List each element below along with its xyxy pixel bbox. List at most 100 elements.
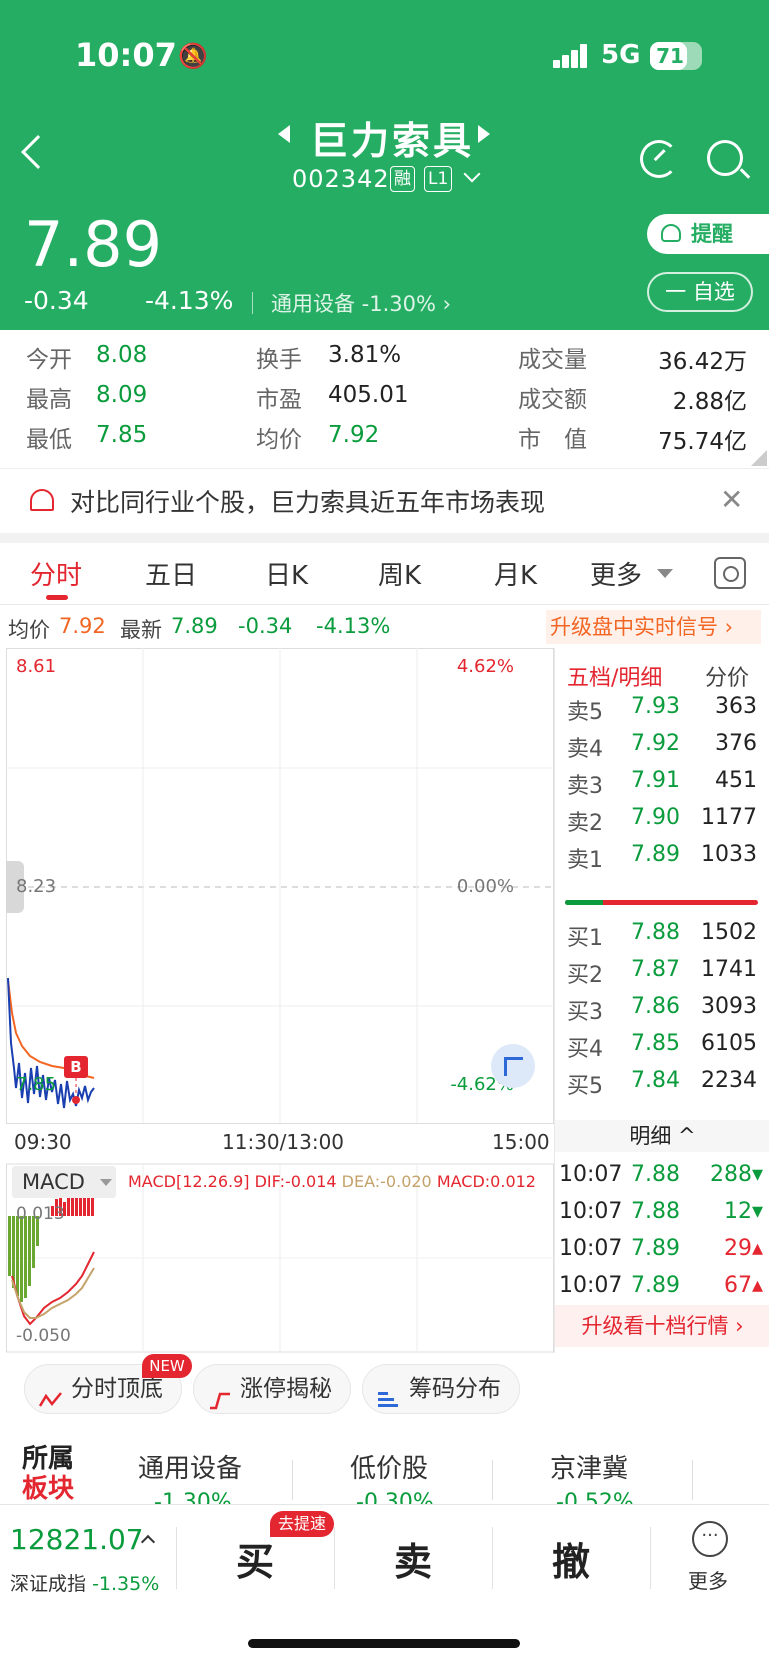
buy-signal-marker[interactable]: B — [64, 1056, 88, 1078]
stat-pe: 市盈 — [256, 387, 302, 413]
limit-up-icon — [208, 1379, 230, 1410]
ask-volume: 451 — [715, 768, 757, 793]
promo-banner[interactable]: 对比同行业个股，巨力索具近五年市场表现 ✕ — [0, 469, 769, 533]
bid-row: 买2 7.87 1741 — [567, 957, 767, 988]
order-book-tab[interactable]: 五档/明细 — [567, 660, 662, 692]
trade-detail-row: 10:07 7.89 29▴ — [559, 1236, 767, 1266]
divider — [334, 1527, 335, 1589]
tab-more[interactable]: 更多 — [590, 555, 642, 592]
expand-corner-icon[interactable] — [751, 450, 767, 466]
more-button[interactable]: 更多 — [688, 1565, 728, 1594]
index-value[interactable]: 12821.07 — [10, 1523, 144, 1556]
stat-open: 今开 — [26, 347, 72, 373]
upgrade-signal-button[interactable]: 升级盘中实时信号 › — [546, 610, 761, 644]
pct-mid-label: 0.00% — [456, 876, 514, 897]
macd-green-bars — [8, 1216, 39, 1302]
by-price-tab[interactable]: 分价 — [705, 660, 749, 692]
tab-daily-k[interactable]: 日K — [265, 555, 308, 592]
stat-volume: 成交量 — [518, 347, 587, 373]
tab-monthly-k[interactable]: 月K — [494, 555, 537, 592]
speed-badge[interactable]: 去提速 — [270, 1511, 334, 1537]
trend-icon — [38, 1379, 62, 1407]
bid-row: 买1 7.88 1502 — [567, 920, 767, 951]
ask-row: 卖2 7.90 1177 — [567, 805, 767, 836]
sector-name[interactable]: 通用设备 — [138, 1448, 242, 1485]
bid-volume: 1741 — [701, 957, 757, 982]
latest-value: 7.89 — [171, 614, 218, 638]
cancel-order-button[interactable]: 撤 — [552, 1531, 590, 1586]
close-icon[interactable]: ✕ — [720, 483, 743, 516]
chip-label: 分时顶底 — [71, 1376, 163, 1402]
stat-turnover: 换手 — [256, 347, 302, 373]
bid-label: 买1 — [567, 926, 603, 951]
alert-button[interactable]: 提醒 — [647, 214, 769, 254]
sell-button[interactable]: 卖 — [394, 1531, 432, 1586]
home-indicator[interactable] — [248, 1639, 520, 1648]
tab-weekly-k[interactable]: 周K — [378, 555, 421, 592]
silent-bell-icon: 🔕 — [178, 42, 208, 70]
intraday-info: 均价 7.92 最新 7.89 -0.34 -4.13% 升级盘中实时信号 › — [0, 606, 769, 648]
bid-volume: 2234 — [701, 1068, 757, 1093]
next-stock-icon[interactable] — [478, 125, 490, 143]
divider — [692, 1460, 693, 1500]
chevron-down-icon[interactable] — [463, 165, 481, 183]
promo-text: 对比同行业个股，巨力索具近五年市场表现 — [70, 488, 546, 517]
bid-label: 买2 — [567, 963, 603, 988]
indicator-select[interactable]: MACD — [12, 1166, 116, 1198]
macd-bottom-label: -0.050 — [16, 1326, 71, 1346]
prev-stock-icon[interactable] — [278, 125, 290, 143]
bid-row: 买3 7.86 3093 — [567, 994, 767, 1025]
stat-avg: 均价 — [256, 427, 302, 453]
sector-name[interactable]: 京津冀 — [550, 1448, 628, 1485]
ask-volume: 376 — [715, 731, 757, 756]
ask-label: 卖4 — [567, 737, 603, 762]
search-icon[interactable] — [707, 140, 743, 176]
ask-price: 7.91 — [631, 768, 680, 793]
tab-intraday[interactable]: 分时 — [30, 555, 82, 592]
dropdown-icon[interactable] — [657, 569, 673, 578]
divider — [252, 292, 253, 314]
time-label-open: 09:30 — [14, 1130, 72, 1154]
chip-distribution-chip[interactable]: 筹码分布 — [362, 1364, 520, 1414]
stat-mktcap: 市 值 — [518, 427, 587, 453]
ask-label: 卖5 — [567, 700, 603, 725]
refresh-icon[interactable] — [640, 140, 678, 178]
detail-toggle[interactable]: 明细 ^ — [555, 1120, 769, 1152]
stat-pe-value: 405.01 — [328, 382, 409, 408]
intraday-chart[interactable]: 8.61 8.23 7.85 4.62% 0.00% -4.62% B 09:3… — [6, 648, 554, 1353]
sector-name[interactable]: 低价股 — [350, 1448, 428, 1485]
alert-label: 提醒 — [691, 222, 733, 246]
back-icon[interactable] — [21, 135, 55, 169]
add-watchlist-button[interactable]: 一 自选 — [647, 272, 753, 312]
ask-price: 7.89 — [631, 842, 680, 867]
divider — [176, 1527, 177, 1589]
sector-list: 通用设备 -1.30% 低价股 -0.30% 京津冀 -0.52% — [98, 1430, 769, 1515]
y-top-label: 8.61 — [16, 656, 57, 677]
time-label-mid: 11:30/13:00 — [222, 1130, 345, 1154]
ask-volume: 1177 — [701, 805, 757, 830]
bottom-trade-bar: 12821.07 深证成指 -1.35% 买 去提速 卖 撤 ··· 更多 — [0, 1504, 769, 1665]
bid-price: 7.87 — [631, 957, 680, 982]
buy-button[interactable]: 买 — [236, 1531, 274, 1586]
ask-price: 7.92 — [631, 731, 680, 756]
settings-icon[interactable] — [714, 557, 746, 589]
macd-readout: MACD[12.26.9] DIF:-0.014 DEA:-0.020 MACD… — [128, 1172, 536, 1191]
chart-canvas — [6, 648, 554, 1353]
upgrade-level10-button[interactable]: 升级看十档行情 › — [555, 1305, 769, 1347]
sector-label: 所属 板块 — [0, 1430, 98, 1504]
more-icon[interactable]: ··· — [692, 1521, 728, 1557]
industry-link[interactable]: 通用设备 -1.30% › — [271, 288, 451, 318]
tab-indicator — [46, 595, 68, 600]
fullscreen-icon[interactable] — [491, 1044, 535, 1088]
status-time: 10:07 — [75, 36, 177, 74]
ask-row: 卖1 7.89 1033 — [567, 842, 767, 873]
tab-five-day[interactable]: 五日 — [145, 555, 197, 592]
bid-volume: 6105 — [701, 1031, 757, 1056]
latest-label: 最新 — [120, 618, 162, 642]
avg-label: 均价 — [8, 618, 50, 642]
ask-row: 卖3 7.91 451 — [567, 768, 767, 799]
limit-up-chip[interactable]: 涨停揭秘 — [193, 1364, 351, 1414]
alarm-icon — [661, 224, 681, 242]
chart-tabs: 分时 五日 日K 周K 月K 更多 — [0, 543, 769, 605]
stat-high-value: 8.09 — [96, 382, 148, 408]
